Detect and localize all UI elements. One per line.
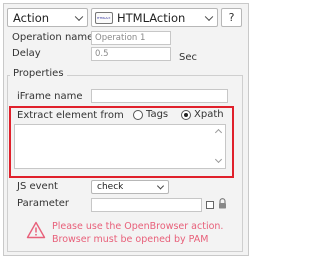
extract-textarea[interactable] bbox=[14, 124, 226, 169]
scroll-down-icon[interactable] bbox=[214, 155, 223, 164]
chevron-down-icon bbox=[156, 182, 165, 190]
html-action-icon-text: HTMLAct bbox=[97, 16, 111, 20]
warning-icon bbox=[26, 221, 46, 239]
radio-xpath[interactable] bbox=[181, 110, 191, 120]
delay-label: Delay bbox=[12, 48, 41, 59]
iframe-name-label: iFrame name bbox=[17, 91, 83, 102]
warning-line-1: Please use the OpenBrowser action. bbox=[52, 221, 224, 232]
js-event-label: JS event bbox=[17, 181, 58, 192]
parameter-checkbox[interactable] bbox=[206, 201, 214, 209]
extract-element-label: Extract element from bbox=[17, 110, 124, 121]
operation-name-input[interactable]: Operation 1 bbox=[91, 31, 171, 45]
radio-tags[interactable] bbox=[133, 110, 143, 120]
js-event-select[interactable]: check bbox=[91, 180, 169, 194]
parameter-label: Parameter bbox=[17, 198, 70, 209]
scroll-up-icon[interactable] bbox=[214, 128, 223, 137]
chevron-down-icon bbox=[74, 12, 84, 21]
type-select[interactable]: Action bbox=[7, 8, 88, 27]
action-select[interactable]: HTMLAct HTMLAction bbox=[91, 8, 218, 27]
delay-input[interactable]: 0.5 bbox=[91, 47, 171, 61]
action-select-value: HTMLAction bbox=[117, 10, 186, 25]
radio-xpath-label[interactable]: Xpath bbox=[194, 109, 224, 120]
lock-icon[interactable] bbox=[218, 198, 227, 209]
warning-line-2: Browser must be opened by PAM bbox=[52, 234, 209, 245]
js-event-value: check bbox=[97, 182, 124, 192]
delay-unit: Sec bbox=[179, 52, 197, 63]
html-action-icon: HTMLAct bbox=[95, 12, 113, 24]
operation-name-label: Operation name bbox=[12, 32, 94, 43]
chevron-down-icon bbox=[204, 12, 214, 21]
type-select-value: Action bbox=[13, 10, 50, 25]
help-button[interactable]: ? bbox=[221, 8, 242, 27]
parameter-input[interactable] bbox=[91, 198, 202, 212]
properties-title: Properties bbox=[10, 68, 67, 79]
iframe-name-input[interactable] bbox=[91, 89, 228, 103]
radio-tags-label[interactable]: Tags bbox=[146, 109, 168, 120]
